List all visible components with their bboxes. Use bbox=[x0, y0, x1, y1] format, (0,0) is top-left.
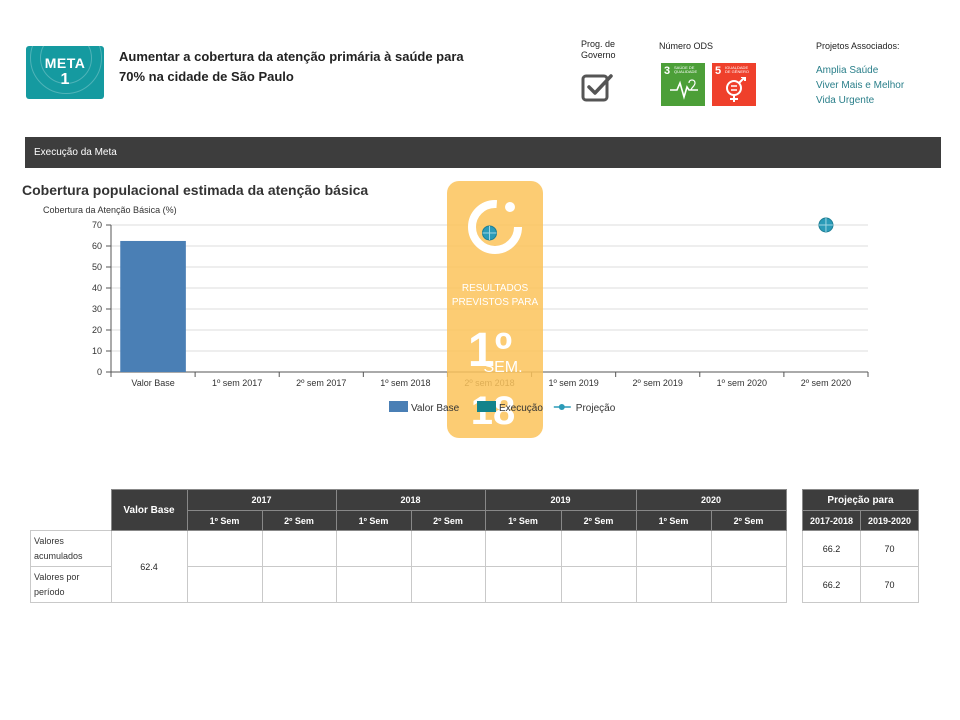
value-cell bbox=[335, 566, 412, 603]
sem-header: 2º Sem bbox=[410, 510, 486, 531]
value-cell bbox=[635, 530, 712, 567]
legend-swatch bbox=[389, 401, 408, 412]
value-cell bbox=[560, 566, 637, 603]
y-axis-label: Cobertura da Atenção Básica (%) bbox=[43, 205, 177, 215]
value-cell bbox=[560, 530, 637, 567]
x-tick-label: Valor Base bbox=[131, 378, 174, 388]
y-tick-label: 60 bbox=[92, 241, 102, 251]
x-tick-label: 2º sem 2017 bbox=[296, 378, 346, 388]
projection-cell: 66.2 bbox=[802, 566, 861, 603]
y-tick-label: 0 bbox=[97, 367, 102, 377]
projection-cell: 70 bbox=[860, 566, 919, 603]
value-cell bbox=[410, 530, 486, 567]
x-tick-label: 1º sem 2017 bbox=[212, 378, 262, 388]
value-cell bbox=[484, 566, 562, 603]
legend-label: Projeção bbox=[576, 403, 616, 414]
chart: Cobertura da Atenção Básica (%) 0 10 20 30 40… bbox=[43, 181, 869, 438]
value-cell bbox=[484, 530, 562, 567]
watermark-sem: SEM. bbox=[483, 359, 522, 376]
valor-base-cell: 62.4 bbox=[110, 530, 188, 603]
table-corner bbox=[30, 489, 111, 511]
period-header: 2019-2020 bbox=[860, 510, 919, 531]
y-tick-label: 30 bbox=[92, 304, 102, 314]
legend-label: Valor Base bbox=[411, 403, 460, 414]
x-tick-label: 2º sem 2020 bbox=[801, 378, 851, 388]
watermark-line2: PREVISTOS PARA bbox=[452, 297, 539, 308]
value-cell bbox=[261, 566, 337, 603]
value-cell bbox=[710, 530, 787, 567]
table-row: 66.2 70 bbox=[802, 530, 919, 567]
value-cell bbox=[635, 566, 712, 603]
watermark-line1: RESULTADOS bbox=[462, 283, 529, 294]
sem-header: 1º Sem bbox=[484, 510, 562, 531]
sem-header: 2º Sem bbox=[261, 510, 337, 531]
value-cell bbox=[186, 566, 263, 603]
x-tick-label: 1º sem 2019 bbox=[548, 378, 598, 388]
sem-header: 1º Sem bbox=[335, 510, 412, 531]
sem-header: 1º Sem bbox=[186, 510, 263, 531]
row-label: Valores acumulados bbox=[30, 530, 112, 567]
y-tick-label: 70 bbox=[92, 220, 102, 230]
y-tick-label: 10 bbox=[92, 346, 102, 356]
x-tick-label: 2º sem 2019 bbox=[633, 378, 683, 388]
y-tick-label: 20 bbox=[92, 325, 102, 335]
value-cell bbox=[710, 566, 787, 603]
legend-swatch bbox=[477, 401, 496, 412]
row-label: Valores por período bbox=[30, 566, 112, 603]
period-header: 2017-2018 bbox=[802, 510, 861, 531]
year-header: 2020 bbox=[635, 489, 787, 511]
projection-header: Projeção para bbox=[802, 489, 919, 511]
legend-label: Execução bbox=[499, 403, 543, 414]
table-row: Valores acumulados 62.4 bbox=[30, 530, 787, 603]
y-tick-label: 50 bbox=[92, 262, 102, 272]
year-header: 2019 bbox=[484, 489, 637, 511]
valor-base-header: Valor Base bbox=[110, 489, 188, 531]
value-cell bbox=[186, 530, 263, 567]
table-corner bbox=[30, 510, 111, 531]
y-tick-label: 40 bbox=[92, 283, 102, 293]
value-cell bbox=[410, 566, 486, 603]
sem-header: 1º Sem bbox=[635, 510, 712, 531]
sem-header: 2º Sem bbox=[560, 510, 637, 531]
projection-cell: 70 bbox=[860, 530, 919, 567]
legend-marker bbox=[558, 404, 565, 410]
table-row: 66.2 70 bbox=[802, 566, 919, 603]
watermark-refresh-icon-dot bbox=[505, 202, 515, 212]
year-header: 2018 bbox=[335, 489, 486, 511]
year-header: 2017 bbox=[186, 489, 337, 511]
projection-table: Projeção para 2017-2018 2019-2020 66.2 7… bbox=[802, 489, 919, 603]
x-tick-label: 1º sem 2020 bbox=[717, 378, 767, 388]
x-tick-label: 1º sem 2018 bbox=[380, 378, 430, 388]
bar-valor-base bbox=[120, 240, 186, 372]
value-cell bbox=[261, 530, 337, 567]
projection-cell: 66.2 bbox=[802, 530, 861, 567]
values-table: Valor Base 2017 2018 2019 2020 1º Sem 2º… bbox=[30, 489, 787, 603]
value-cell bbox=[335, 530, 412, 567]
sem-header: 2º Sem bbox=[710, 510, 787, 531]
